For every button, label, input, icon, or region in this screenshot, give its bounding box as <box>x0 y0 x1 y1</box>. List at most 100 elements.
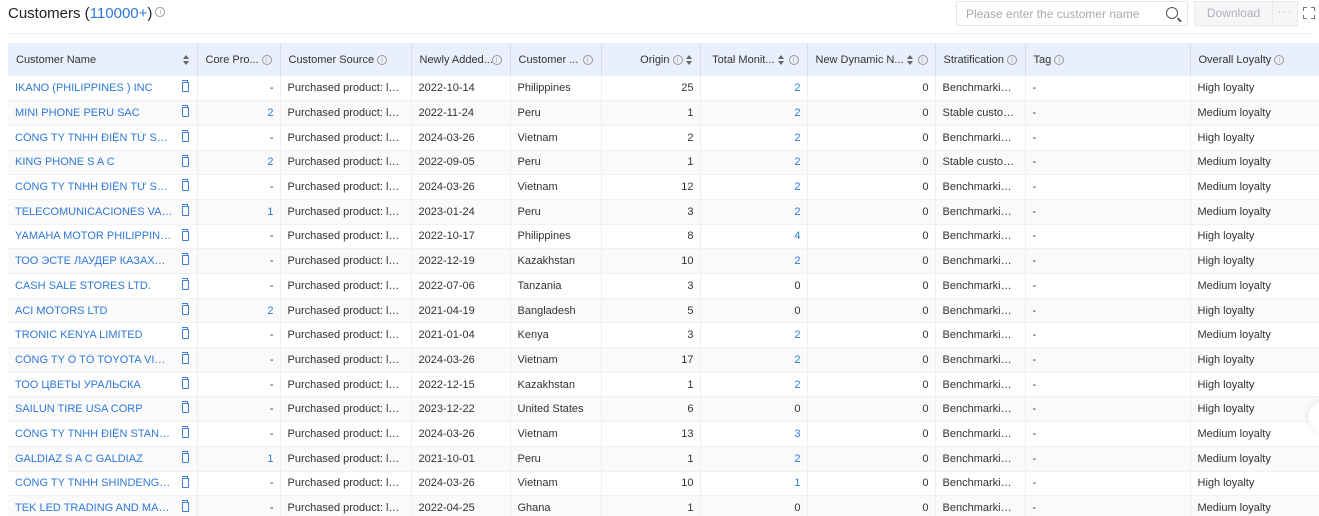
cell-total-monitored[interactable]: 4 <box>700 224 808 250</box>
copy-icon[interactable] <box>181 154 189 167</box>
info-icon[interactable]: i <box>377 54 388 65</box>
info-icon[interactable]: i <box>788 54 799 65</box>
table-row[interactable]: SAILUN TIRE USA CORP - Purchased product: … <box>8 396 1319 423</box>
table-row[interactable]: CÔNG TY Ô TÔ TOYOTA VIỆT NAM-Purchased p… <box>8 347 1319 373</box>
search-input[interactable] <box>957 2 1157 25</box>
copy-icon[interactable] <box>181 105 189 118</box>
customer-name-link[interactable]: SAILUN TIRE USA CORP <box>15 403 173 415</box>
table-row[interactable]: MINI PHONE PERU SAC 2 Purchased product: l… <box>8 100 1319 126</box>
cell-total-monitored[interactable]: 2 <box>700 174 808 200</box>
search-icon[interactable] <box>1166 7 1178 19</box>
cell-tag: - <box>1025 495 1191 516</box>
table-row[interactable]: IKANO (PHILIPPINES ) INC - Purchased produ… <box>8 76 1319 102</box>
info-icon[interactable]: i <box>1054 54 1065 65</box>
cell-total-monitored[interactable]: 2 <box>700 100 808 126</box>
cell-total-monitored[interactable]: 3 <box>700 421 808 447</box>
table-row[interactable]: ТОО ЭСТЕ ЛАУДЕР КАЗАХСТАН - Purchased prod… <box>8 248 1319 274</box>
customer-name-link[interactable]: MINI PHONE PERU SAC <box>15 107 173 119</box>
info-icon[interactable]: i <box>155 7 166 18</box>
cell-total-monitored[interactable]: 2 <box>700 322 808 349</box>
info-icon[interactable]: i <box>491 55 502 66</box>
more-options-button[interactable]: ··· <box>1273 2 1297 25</box>
copy-icon[interactable] <box>181 426 189 439</box>
copy-icon[interactable] <box>181 500 189 513</box>
cell-total-monitored[interactable]: 2 <box>700 372 808 398</box>
customer-name-link[interactable]: TELECOMUNICACIONES VALLE S ... <box>15 206 173 218</box>
copy-icon[interactable] <box>181 401 189 414</box>
cell-total-monitored[interactable]: 1 <box>700 471 808 497</box>
customer-name-link[interactable]: ТОО ЭСТЕ ЛАУДЕР КАЗАХСТАН <box>15 255 173 267</box>
info-icon[interactable]: i <box>917 54 928 65</box>
column-header-origin[interactable]: Origin i <box>601 43 701 76</box>
cell-total-monitored[interactable]: 2 <box>700 125 808 151</box>
copy-icon[interactable] <box>181 327 189 340</box>
info-icon[interactable]: i <box>1274 54 1285 65</box>
customer-name-link[interactable]: YAMAHA MOTOR PHILIPPINES INC. <box>15 230 173 242</box>
column-header-customer-name[interactable]: Customer Name <box>8 43 198 76</box>
cell-total-monitored[interactable]: 2 <box>700 76 808 102</box>
table-row[interactable]: YAMAHA MOTOR PHILIPPINES INC.-Purchased … <box>8 224 1319 250</box>
table-row[interactable]: TRONIC KENYA LIMITED - Purchased product: … <box>8 322 1319 349</box>
cell-total-monitored[interactable]: 2 <box>700 248 808 274</box>
copy-icon[interactable] <box>181 253 189 266</box>
copy-icon[interactable] <box>181 179 189 192</box>
customer-name-link[interactable]: GALDIAZ S A C GALDIAZ <box>15 453 173 465</box>
customer-name-link[interactable]: KING PHONE S A C <box>15 156 173 168</box>
table-row[interactable]: CÔNG TY TNHH ĐIỆN TỬ SAMSU...-Purchased … <box>8 174 1319 200</box>
customer-name-link[interactable]: ТОО ЦВЕТЫ УРАЛЬСКА <box>15 379 173 391</box>
info-icon[interactable]: i <box>582 55 593 66</box>
column-header-total-monitored[interactable]: Total Monit... i <box>700 43 808 76</box>
customer-name-link[interactable]: TRONIC KENYA LIMITED <box>15 329 173 341</box>
cell-core-products: - <box>197 396 281 423</box>
copy-icon[interactable] <box>181 228 189 241</box>
fullscreen-icon[interactable] <box>1303 7 1315 19</box>
copy-icon[interactable] <box>181 450 189 463</box>
cell-customer-country: Kazakhstan <box>510 372 602 398</box>
customer-name-link[interactable]: CÔNG TY Ô TÔ TOYOTA VIỆT NAM <box>15 354 173 366</box>
table-row[interactable]: TEK LED TRADING AND MANUFAC...-Purchased… <box>8 495 1319 516</box>
copy-icon[interactable] <box>181 80 189 92</box>
table-row[interactable]: CÔNG TY TNHH ĐIỆN STANLEY VI...-Purchase… <box>8 421 1319 447</box>
cell-total-monitored[interactable]: 2 <box>700 446 808 472</box>
customer-name-link[interactable]: TEK LED TRADING AND MANUFAC... <box>15 502 173 514</box>
table-row[interactable]: TELECOMUNICACIONES VALLE S ... 1Purchased… <box>8 199 1319 225</box>
cell-core-products[interactable]: 2 <box>197 150 281 176</box>
sort-icon[interactable] <box>182 55 189 66</box>
customer-name-link[interactable]: CASH SALE STORES LTD. <box>15 280 173 292</box>
cell-total-monitored[interactable]: 2 <box>700 347 808 373</box>
cell-core-products[interactable]: 2 <box>197 298 281 324</box>
copy-icon[interactable] <box>181 302 189 315</box>
table-row[interactable]: ACI MOTORS LTD 2 Purchased product: led li… <box>8 298 1319 324</box>
cell-core-products[interactable]: 1 <box>197 446 281 472</box>
copy-icon[interactable] <box>181 203 189 216</box>
copy-icon[interactable] <box>181 352 189 365</box>
cell-total-monitored[interactable]: 2 <box>700 150 808 176</box>
table-row[interactable]: ТОО ЦВЕТЫ УРАЛЬСКА - Purchased product: le… <box>8 372 1319 398</box>
info-icon[interactable]: i <box>261 55 272 66</box>
copy-icon[interactable] <box>181 278 189 290</box>
cell-core-products[interactable]: 2 <box>197 100 281 126</box>
sort-icon[interactable] <box>685 54 692 65</box>
table-row[interactable]: CÔNG TY TNHH SHINDENGEN VIỆ...-Purchased… <box>8 471 1319 497</box>
copy-icon[interactable] <box>181 376 189 389</box>
info-icon[interactable]: i <box>1007 54 1018 65</box>
customer-name-link[interactable]: ACI MOTORS LTD <box>15 305 173 317</box>
cell-total-monitored[interactable]: 2 <box>700 199 808 225</box>
cell-core-products[interactable]: 1 <box>197 199 281 225</box>
customer-name-link[interactable]: CÔNG TY TNHH ĐIỆN STANLEY VI... <box>15 428 173 440</box>
customer-name-link[interactable]: CÔNG TY TNHH ĐIỆN TỬ SNC VIỆ... <box>15 132 173 144</box>
customer-name-link[interactable]: CÔNG TY TNHH SHINDENGEN VIỆ... <box>15 477 173 489</box>
sort-icon[interactable] <box>906 54 913 65</box>
table-row[interactable]: KING PHONE S A C 2 Purchased product: led … <box>8 150 1319 176</box>
info-icon[interactable]: i <box>672 54 683 65</box>
column-header-new-dynamic[interactable]: New Dynamic N... i <box>807 43 936 76</box>
table-row[interactable]: GALDIAZ S A C GALDIAZ 1 Purchased product:… <box>8 446 1319 472</box>
copy-icon[interactable] <box>181 475 189 488</box>
customer-name-link[interactable]: IKANO (PHILIPPINES ) INC <box>15 82 173 94</box>
table-row[interactable]: CÔNG TY TNHH ĐIỆN TỬ SNC VIỆ...-Purchase… <box>8 125 1319 151</box>
copy-icon[interactable] <box>181 129 189 142</box>
table-row[interactable]: CASH SALE STORES LTD. - Purchased product:… <box>8 273 1319 299</box>
sort-icon[interactable] <box>777 54 784 65</box>
customer-name-link[interactable]: CÔNG TY TNHH ĐIỆN TỬ SAMSU... <box>15 181 173 193</box>
download-button[interactable]: Download <box>1195 2 1273 25</box>
